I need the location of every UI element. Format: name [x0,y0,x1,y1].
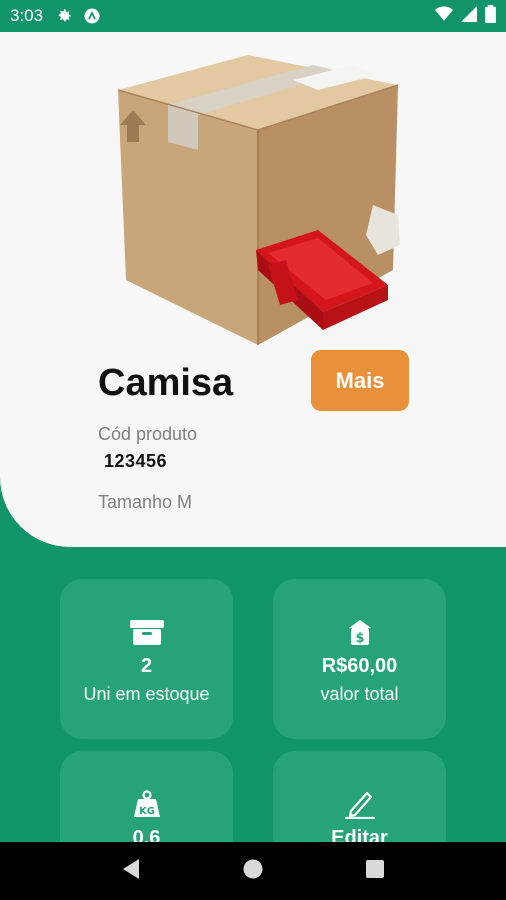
recents-icon[interactable] [365,859,385,884]
product-name: Camisa [98,362,234,404]
stock-tile[interactable]: 2 Uni em estoque [60,579,233,739]
stock-label: Uni em estoque [83,684,210,704]
total-value-tile[interactable]: $ R$60,00 valor total [273,579,446,739]
app-notification-icon [83,7,101,25]
money-bag-icon: $ [345,617,375,647]
stock-value: 2 [140,655,153,677]
back-icon[interactable] [121,858,141,885]
svg-text:KG: KG [139,806,155,817]
product-size: Tamanho M [98,492,193,512]
signal-icon [461,5,477,27]
total-value-label: valor total [320,684,399,704]
pencil-icon [343,789,377,819]
total-value: R$60,00 [321,655,398,677]
product-code-value: 123456 [104,451,168,471]
inventory-box-icon [129,617,165,647]
home-icon[interactable] [242,858,264,885]
gear-icon [55,7,73,25]
product-card: Camisa Mais Cód produto 123456 Tamanho M [0,32,506,547]
status-bar: 3:03 [0,0,506,32]
svg-text:$: $ [355,631,364,646]
status-time: 3:03 [10,6,44,25]
battery-icon [485,4,496,28]
product-image [117,55,400,345]
product-code-label: Cód produto [98,424,198,444]
wifi-icon [435,6,453,27]
navigation-bar [0,842,506,900]
more-button[interactable]: Mais [311,350,409,411]
kg-weight-icon: KG [132,789,162,819]
